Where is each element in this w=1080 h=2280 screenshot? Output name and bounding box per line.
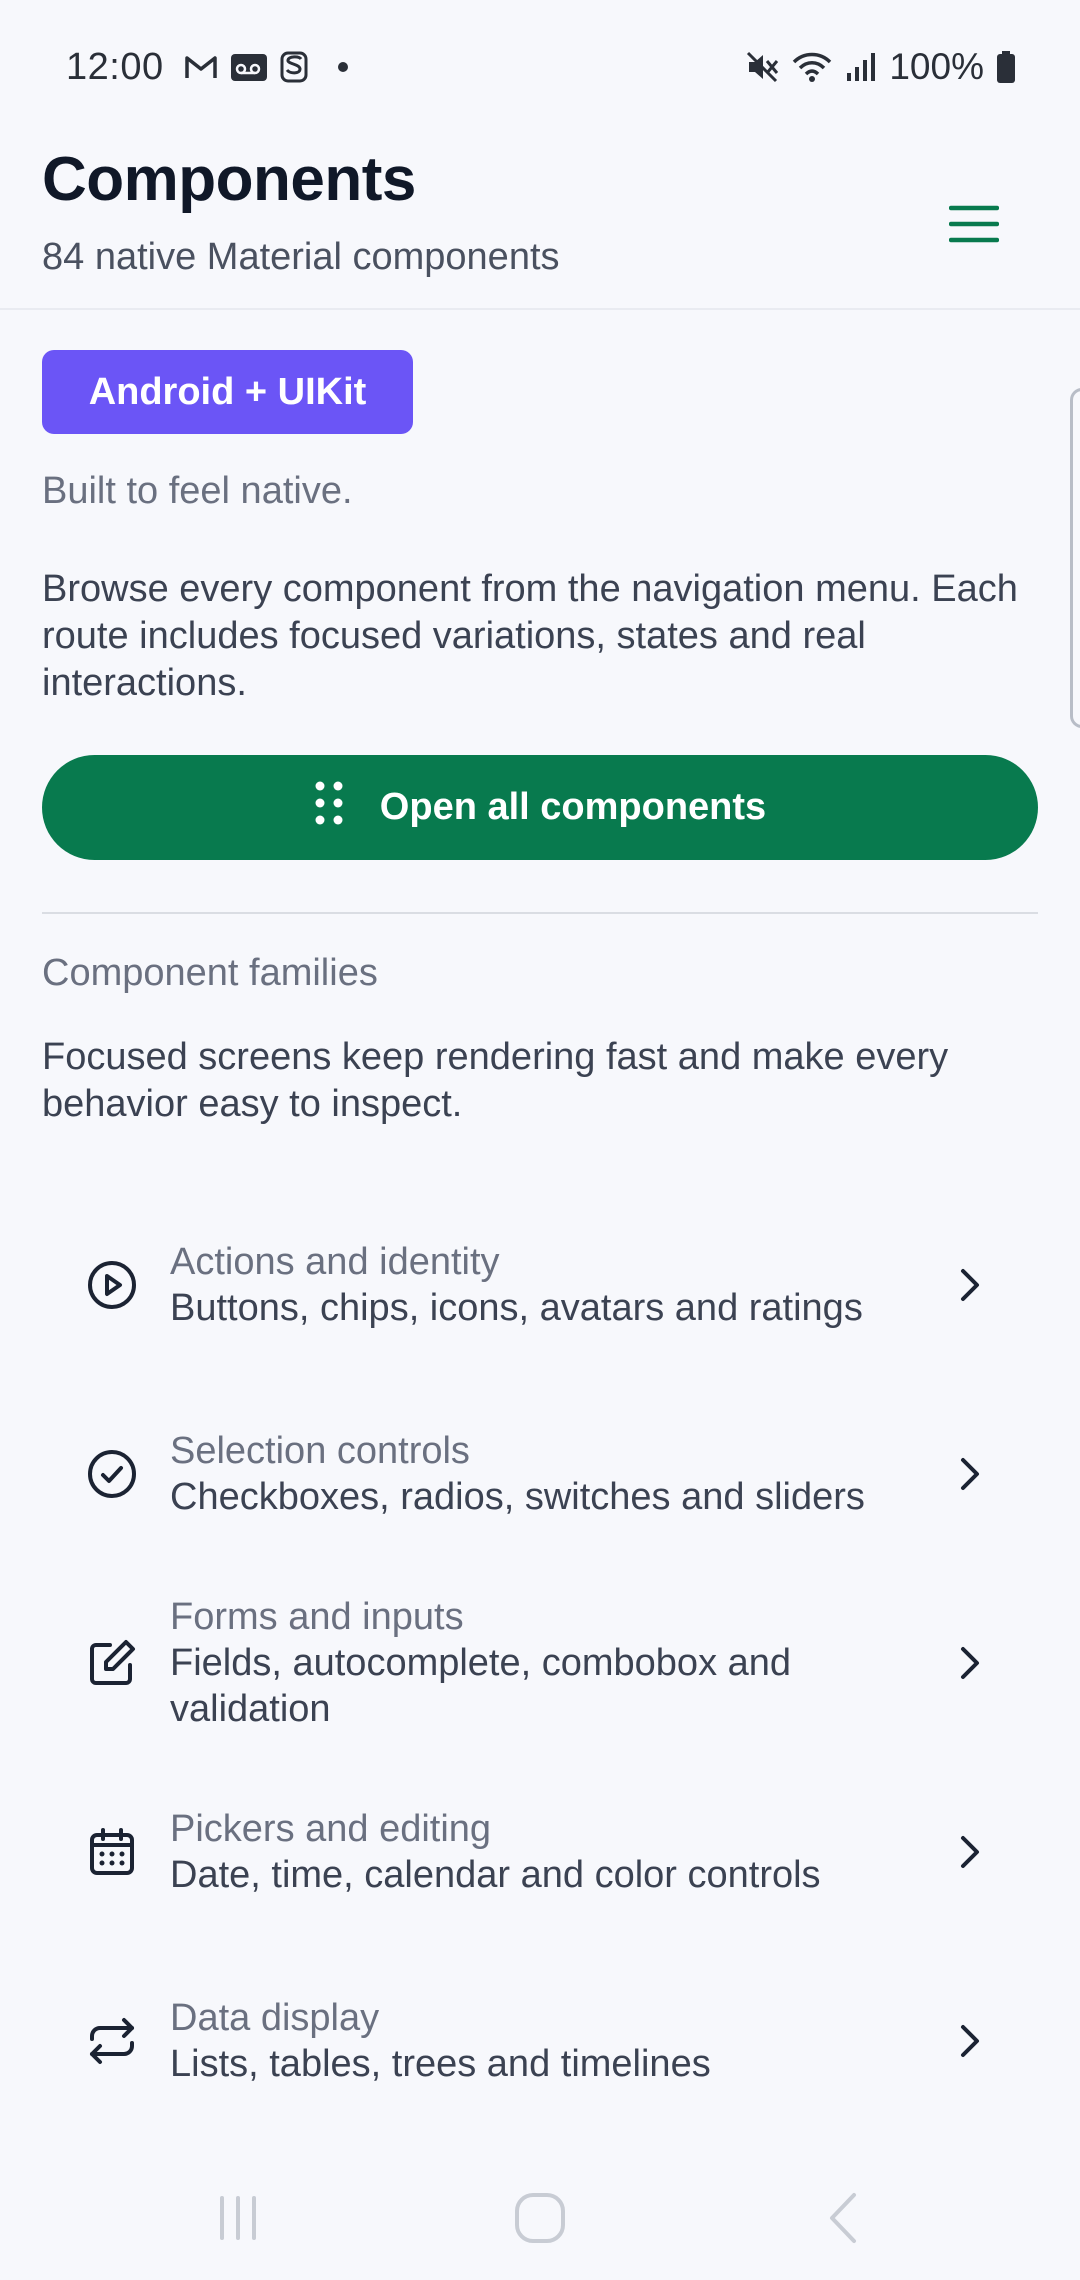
home-icon [513, 2191, 567, 2250]
back-icon [822, 2191, 862, 2250]
page-title: Components [42, 145, 416, 214]
family-description: Lists, tables, trees and timelines [170, 2042, 711, 2085]
component-families-list: Actions and identity Buttons, chips, ico… [42, 1190, 1038, 2135]
family-title: Pickers and editing [170, 1807, 492, 1850]
battery-percent: 100% [889, 46, 984, 87]
home-button[interactable] [500, 2180, 580, 2260]
family-text: Forms and inputs Fields, autocomplete, c… [170, 1594, 948, 1732]
open-all-components-button[interactable]: Open all components [42, 755, 1038, 860]
divider [42, 912, 1038, 914]
section-description: Focused screens keep rendering fast and … [42, 1036, 949, 1125]
family-text: Actions and identity Buttons, chips, ico… [170, 1239, 948, 1331]
family-item-forms-inputs[interactable]: Forms and inputs Fields, autocomplete, c… [42, 1568, 1038, 1757]
recents-button[interactable] [198, 2180, 278, 2260]
battery-icon [996, 50, 1016, 84]
intro-text: Browse every component from the navigati… [42, 568, 1018, 704]
section-title: Component families [42, 952, 378, 994]
chevron-right-icon [950, 1832, 990, 1872]
notification-dot [337, 62, 348, 72]
family-item-actions-identity[interactable]: Actions and identity Buttons, chips, ico… [42, 1190, 1038, 1379]
platform-badge: Android + UIKit [42, 350, 413, 434]
chevron-right-icon [950, 1643, 990, 1683]
chevron-right-icon [950, 2021, 990, 2061]
family-title: Data display [170, 1996, 380, 2039]
play-circle-icon [82, 1255, 142, 1315]
page-subtitle: 84 native Material components [42, 236, 560, 278]
family-item-selection-controls[interactable]: Selection controls Checkboxes, radios, s… [42, 1379, 1038, 1568]
status-time: 12:00 [66, 45, 164, 88]
mute-icon [745, 50, 779, 84]
back-button[interactable] [802, 2180, 882, 2260]
status-left: 12:00 [66, 46, 348, 89]
repeat-icon [82, 2011, 142, 2071]
wifi-icon [791, 50, 833, 84]
family-text: Data display Lists, tables, trees and ti… [170, 1995, 948, 2087]
family-title: Forms and inputs [170, 1595, 464, 1638]
menu-button[interactable] [928, 180, 1020, 272]
menu-icon [948, 205, 1000, 248]
calendar-icon [82, 1822, 142, 1882]
s-icon [280, 51, 308, 83]
check-circle-icon [82, 1444, 142, 1504]
screen: 12:00 100% Components 84 native Material… [0, 0, 1080, 2280]
signal-icon [845, 51, 877, 83]
chevron-right-icon [950, 1454, 990, 1494]
family-title: Selection controls [170, 1429, 470, 1472]
family-description: Checkboxes, radios, switches and sliders [170, 1475, 865, 1518]
family-item-pickers-editing[interactable]: Pickers and editing Date, time, calendar… [42, 1757, 1038, 1946]
edit-icon [82, 1633, 142, 1693]
edge-panel-handle[interactable] [1070, 388, 1080, 728]
family-item-data-display[interactable]: Data display Lists, tables, trees and ti… [42, 1946, 1038, 2135]
status-right: 100% [745, 46, 1016, 88]
voicemail-icon [230, 51, 268, 83]
tagline: Built to feel native. [42, 470, 353, 512]
open-all-components-label: Open all components [379, 786, 767, 828]
family-description: Buttons, chips, icons, avatars and ratin… [170, 1286, 863, 1329]
family-title: Actions and identity [170, 1240, 500, 1283]
system-nav-bar [0, 2160, 1080, 2280]
family-text: Pickers and editing Date, time, calendar… [170, 1806, 948, 1898]
chevron-right-icon [950, 1265, 990, 1305]
grid-dots-icon [314, 780, 344, 836]
gmail-icon [184, 53, 218, 81]
family-text: Selection controls Checkboxes, radios, s… [170, 1428, 948, 1520]
recents-icon [213, 2193, 263, 2248]
family-description: Date, time, calendar and color controls [170, 1853, 821, 1896]
status-bar: 12:00 100% [0, 0, 1080, 134]
family-description: Fields, autocomplete, combobox and valid… [170, 1641, 792, 1730]
app-header: Components 84 native Material components [0, 134, 1080, 310]
